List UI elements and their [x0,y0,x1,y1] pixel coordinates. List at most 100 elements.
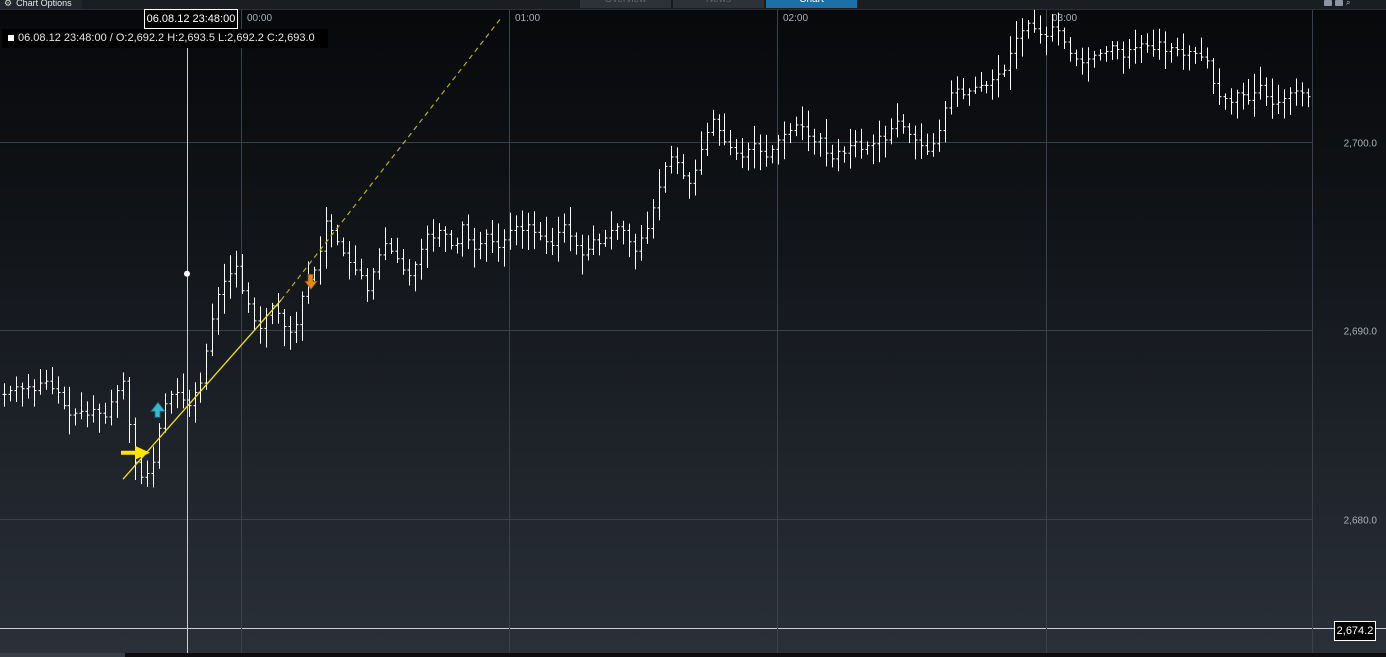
ohlc-bar [621,220,626,245]
ohlc-bar [1044,26,1049,56]
ohlc-bar [1163,31,1168,69]
x-tick-label: 03:00 [1052,13,1077,24]
ohlc-bar [1074,49,1079,67]
ohlc-bar [514,215,519,246]
ohlc-bar [919,123,924,159]
ohlc-bar [907,123,912,144]
ohlc-bar [699,131,704,175]
ohlc-bar [812,128,817,155]
horizontal-scrollbar[interactable] [0,653,1386,657]
ohlc-bar [1241,82,1246,110]
ohlc-bar [62,386,67,410]
cursor-time-label: 06.08.12 23:48:00 [144,9,238,29]
ohlc-bar [711,109,716,136]
ohlc-readout-text: 06.08.12 23:48:00 / O:2,692.2 H:2,693.5 … [18,32,315,44]
grid [0,10,1386,653]
ohlc-bar [1157,28,1162,60]
ohlc-bar [2,383,7,407]
ohlc-bar [407,259,412,286]
buy-arrow-icon [150,401,166,418]
ohlc-bar [1193,46,1198,64]
ohlc-bar [806,110,811,152]
ohlc-bar [1223,93,1228,110]
ohlc-bar [490,220,495,254]
ohlc-bar [210,303,215,357]
ohlc-bar [50,366,55,395]
scrollbar-thumb[interactable] [0,653,125,657]
x-tick-label: 01:00 [515,13,540,24]
ohlc-bar [544,216,549,254]
ohlc-bar [353,245,358,276]
ohlc-bar [663,162,668,193]
ohlc-bar [252,297,257,331]
ohlc-bar [1133,29,1138,64]
ohlc-bar [294,311,299,343]
ohlc-bar [1175,37,1180,57]
ohlc-bar [681,154,686,180]
ohlc-bar [329,214,334,248]
price-chart[interactable]: 2,700.0 2,690.0 2,680.0 00:00 01:00 02:00 03:0… [0,0,1386,657]
ohlc-bar [270,302,275,325]
ohlc-bar [627,223,632,258]
ohlc-bar [1151,29,1156,57]
ohlc-bar [961,77,966,100]
ohlc-bar [1139,35,1144,64]
ohlc-bar [8,385,13,402]
ohlc-bar [800,106,805,141]
y-tick-label: 2,690.0 [1344,327,1378,338]
ohlc-bar [865,141,870,155]
ohlc-bar [990,69,995,100]
ohlc-bar [568,207,573,252]
ohlc-bar [633,233,638,270]
ohlc-bar [324,207,329,269]
current-price-flag: 2,674.2 [1334,621,1376,641]
chart-window: ⚙ Chart Options Overview News Chart ⌕ 2,… [0,0,1386,657]
ohlc-bar [383,227,388,261]
ohlc-bar [758,134,763,171]
ohlc-bar [437,223,442,247]
ohlc-bar [419,238,424,280]
ohlc-bar [14,376,19,403]
ohlc-bar [431,219,436,252]
ohlc-bar [1026,20,1031,39]
ohlc-bar [1306,88,1311,108]
ohlc-bar [1235,89,1240,119]
ohlc-bar [788,123,793,144]
ohlc-bar [1282,89,1287,119]
ohlc-bar [228,255,233,299]
ohlc-bar [1300,82,1305,107]
ohlc-bar [56,376,61,404]
ohlc-bar [216,287,221,335]
x-tick-label: 02:00 [783,13,808,24]
ohlc-bar [597,233,602,256]
ohlc-bar [300,291,305,341]
ohlc-bar [1098,49,1103,61]
ohlc-bar [526,212,531,251]
ohlc-bar [1115,41,1120,60]
ohlc-bar [425,225,430,268]
ohlc-bar [91,395,96,423]
ohlc-bar [931,133,936,157]
ohlc-bar [693,159,698,196]
ohlc-bar [198,372,203,403]
ohlc-bar [169,390,174,414]
ohlc-bar [1121,41,1126,74]
ohlc-bar [705,122,710,157]
ohlc-bar [1038,15,1043,44]
ohlc-bar [818,133,823,157]
ohlc-bar [389,238,394,255]
ohlc-bar [1276,84,1281,115]
ohlc-bar [1032,9,1037,33]
ohlc-bar [371,267,376,300]
ohlc-bar [883,125,888,158]
ohlc-bar [1020,18,1025,57]
ohlc-bar [591,225,596,255]
ohlc-bar [996,54,1001,98]
ohlc-bar [675,147,680,175]
ohlc-bar [687,171,692,199]
ohlc-bar [460,221,465,257]
ohlc-bar [127,377,132,444]
ohlc-bar [1092,50,1097,68]
ohlc-bar [967,88,972,106]
ohlc-bar [32,379,37,407]
